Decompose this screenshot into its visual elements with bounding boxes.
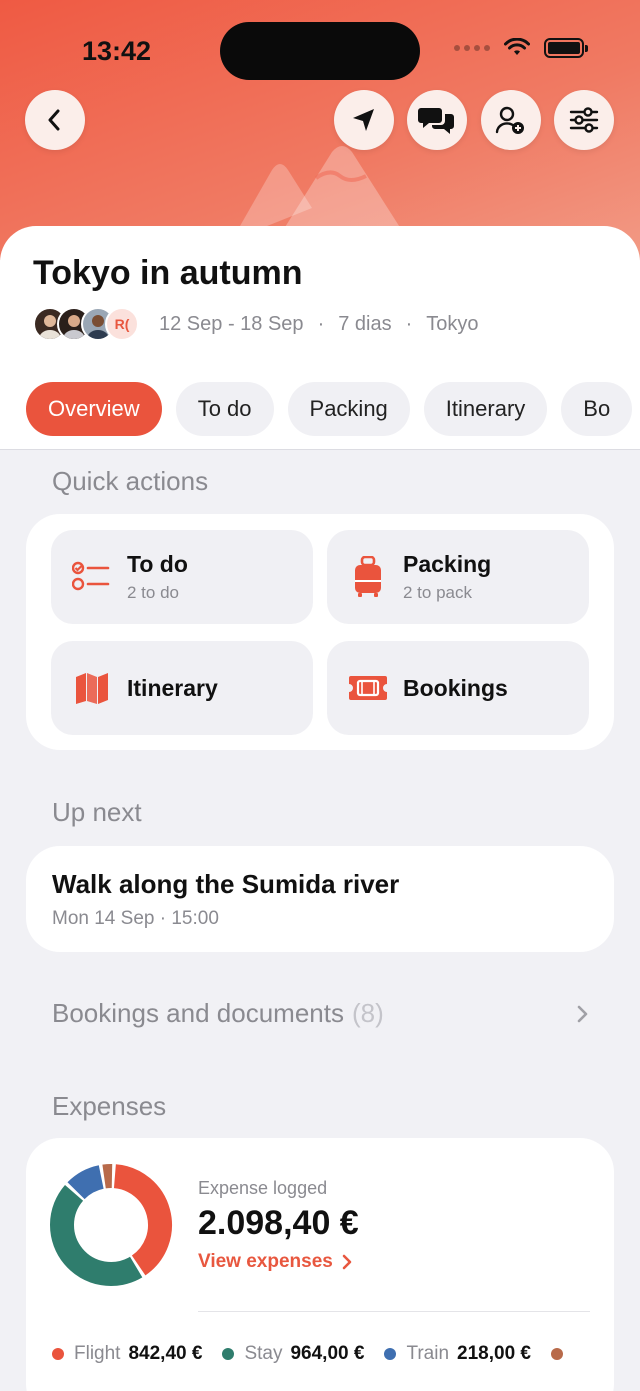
quick-action-itinerary[interactable]: Itinerary [51, 641, 313, 735]
legend-item-other [551, 1348, 573, 1360]
tab-packing[interactable]: Packing [287, 382, 410, 436]
expense-total: 2.098,40 € [198, 1204, 359, 1242]
map-icon [76, 673, 108, 704]
status-icons [454, 38, 588, 58]
avatar-initials: R( [105, 307, 139, 341]
donut-segment-stay [50, 1184, 143, 1286]
trip-dates: 12 Sep - 18 Sep [159, 313, 304, 335]
expenses-legend: Flight 842,40 € Stay 964,00 € Train 218,… [52, 1343, 593, 1365]
meta-separator: · [405, 313, 413, 335]
donut-segment-train [67, 1165, 105, 1200]
legend-item-stay: Stay 964,00 € [222, 1343, 364, 1365]
wifi-icon [504, 38, 530, 55]
view-expenses-link[interactable]: View expenses [198, 1251, 353, 1273]
trip-tabs: Overview To do Packing Itinerary Bo [26, 382, 633, 436]
sliders-icon [569, 107, 599, 133]
quick-actions-card: To do 2 to do Packing 2 to pack Itinerar… [26, 514, 614, 750]
bookings-documents-count: (8) [351, 998, 384, 1028]
legend-dot [551, 1348, 563, 1360]
expenses-heading: Expenses [52, 1091, 167, 1121]
quick-action-title: To do [127, 551, 188, 577]
trip-members[interactable]: R( [33, 307, 139, 341]
user-add-icon [495, 106, 524, 134]
battery-icon [544, 38, 588, 58]
expenses-donut-chart [50, 1164, 172, 1286]
tab-bookings[interactable]: Bo [561, 382, 633, 436]
quick-action-title: Packing [403, 551, 492, 577]
view-expenses-label: View expenses [198, 1251, 333, 1272]
chevron-right-icon [342, 1254, 352, 1270]
legend-item-train: Train 218,00 € [384, 1343, 531, 1365]
meta-separator: · [317, 313, 325, 335]
tab-overview[interactable]: Overview [26, 382, 162, 436]
chat-bubbles-icon [418, 108, 454, 134]
tab-to-do[interactable]: To do [175, 382, 274, 436]
legend-dot [222, 1348, 235, 1360]
legend-item-flight: Flight 842,40 € [52, 1343, 202, 1365]
legend-amount: 964,00 € [290, 1343, 365, 1364]
tabs-divider [0, 449, 640, 450]
bookings-documents-row[interactable]: Bookings and documents (8) [52, 998, 384, 1029]
dynamic-island [220, 22, 420, 80]
legend-name: Stay [244, 1343, 283, 1364]
quick-action-title: Itinerary [127, 674, 218, 701]
checklist-icon [72, 561, 110, 591]
quick-action-to-do[interactable]: To do 2 to do [51, 530, 313, 624]
expenses-divider [198, 1311, 590, 1312]
legend-amount: 218,00 € [457, 1343, 531, 1364]
trip-title: Tokyo in autumn [33, 254, 303, 292]
chevron-left-icon [48, 109, 60, 131]
trip-meta: 12 Sep - 18 Sep · 7 dias · Tokyo [159, 313, 479, 336]
chevron-right-icon[interactable] [576, 1004, 590, 1024]
bookings-documents-label: Bookings and documents [52, 998, 344, 1028]
filter-button[interactable] [554, 90, 614, 150]
chat-button[interactable] [407, 90, 467, 150]
legend-name: Flight [74, 1343, 121, 1364]
signal-icon [454, 45, 490, 51]
ticket-icon [349, 676, 387, 700]
trip-duration: 7 dias [338, 313, 392, 335]
legend-name: Train [406, 1343, 450, 1364]
legend-dot [384, 1348, 397, 1360]
up-next-subtitle: Mon 14 Sep · 15:00 [52, 908, 219, 929]
quick-actions-heading: Quick actions [52, 466, 209, 496]
quick-action-subtitle: 2 to pack [403, 583, 472, 602]
quick-action-subtitle: 2 to do [127, 583, 179, 602]
back-button[interactable] [25, 90, 85, 150]
quick-action-packing[interactable]: Packing 2 to pack [327, 530, 589, 624]
quick-action-bookings[interactable]: Bookings [327, 641, 589, 735]
status-time: 13:42 [82, 36, 152, 66]
mountain-illustration [232, 146, 408, 240]
add-member-button[interactable] [481, 90, 541, 150]
donut-segment-flight [113, 1164, 172, 1276]
suitcase-icon [355, 556, 381, 597]
trip-location: Tokyo [426, 313, 479, 335]
tab-itinerary[interactable]: Itinerary [423, 382, 548, 436]
quick-action-title: Bookings [403, 674, 508, 701]
up-next-title: Walk along the Sumida river [52, 869, 400, 899]
legend-amount: 842,40 € [128, 1343, 203, 1364]
expense-logged-label: Expense logged [198, 1178, 328, 1198]
location-arrow-icon [353, 109, 374, 131]
legend-dot [52, 1348, 64, 1360]
up-next-heading: Up next [52, 797, 142, 827]
